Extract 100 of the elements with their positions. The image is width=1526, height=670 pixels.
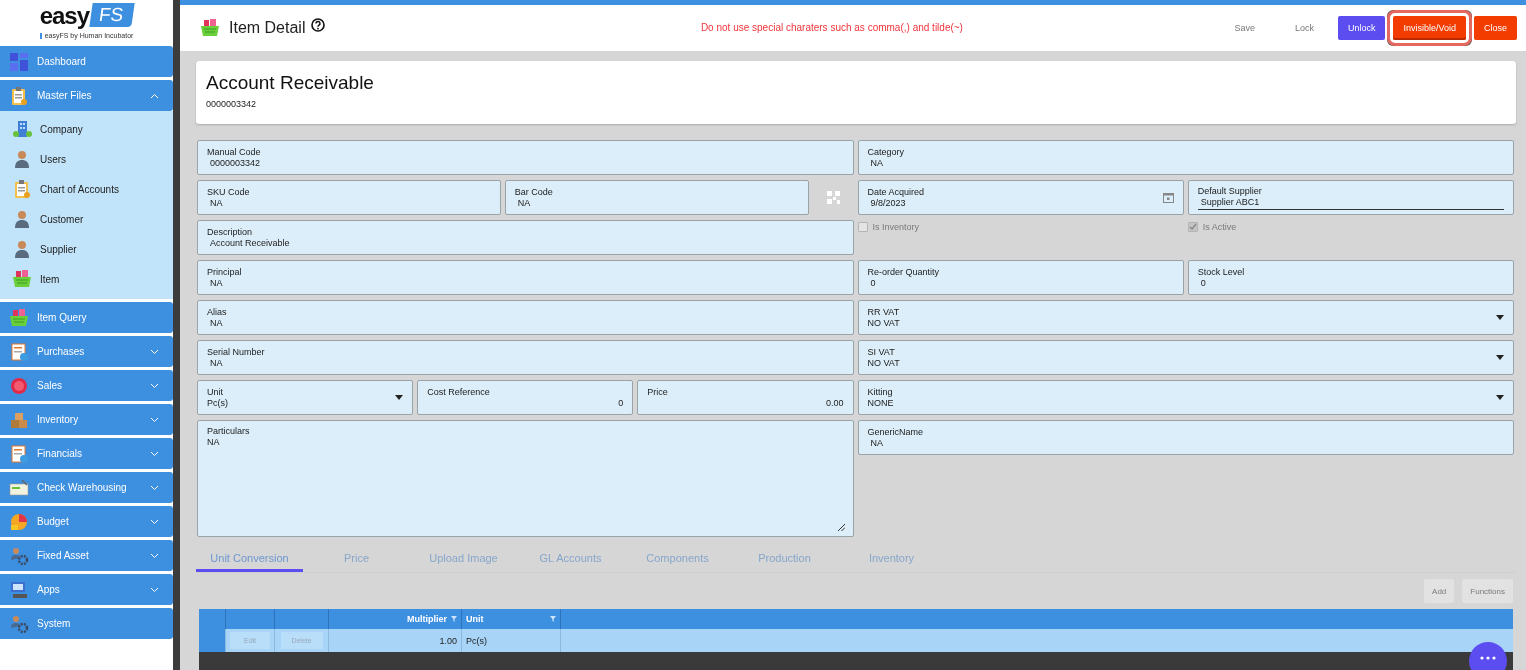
table-cell: 1.00 [329,629,462,652]
person-icon [12,149,32,169]
field-value: NA [207,437,221,448]
caret-icon [395,395,404,400]
submenu-item[interactable]: Supplier [10,234,173,264]
field-value: 0 [1199,277,1207,289]
input-field[interactable]: Principal NA [197,260,854,295]
field-label: Manual Code [207,146,262,158]
select-field[interactable]: SI VAT NO VAT [857,340,1514,375]
input-field[interactable]: Cost Reference 0 [417,380,634,415]
gear-icon [9,545,29,566]
field-label: Default Supplier [1197,185,1263,197]
person-icon [12,239,32,259]
gear-icon [9,613,29,634]
sidebar-item[interactable]: Check Warehousing [0,472,173,503]
row-selector[interactable] [199,629,226,652]
field-value: NA [209,277,224,289]
qr-code-icon[interactable] [826,191,840,204]
page-title: Item Detail [229,18,306,37]
field-label: GenericName [867,426,925,438]
sidebar-item[interactable]: Sales [0,370,173,401]
select-field[interactable]: Kitting NONE [857,380,1514,415]
sidebar-item[interactable]: Master Files [0,80,173,111]
field-value: 0 [869,277,877,289]
sale-badge-icon [9,375,29,396]
sidebar-item[interactable]: Purchases [0,336,173,367]
input-field[interactable]: Bar Code NA [504,180,809,215]
clipboard-icon [9,85,29,106]
sidebar-item[interactable]: Financials [0,438,173,469]
input-field[interactable]: Manual Code 0000003342 [197,140,854,175]
field-value: NO VAT [867,357,901,369]
field-label: Kitting [867,386,894,398]
filter-icon[interactable] [451,616,457,622]
field-value: Pc(s) [207,397,229,409]
field-label: Description [207,226,254,238]
field-label: Unit [207,386,224,398]
text-area[interactable]: Particulars NA [197,420,854,537]
header-button[interactable]: Close [1474,15,1517,40]
computer-icon [9,579,29,600]
sidebar-item[interactable]: System [0,608,173,639]
submenu-item[interactable]: Company [10,114,173,144]
chat-icon[interactable] [1469,642,1507,670]
submenu-item[interactable]: Item [10,264,173,294]
submenu-item[interactable]: Chart of Accounts [10,174,173,204]
checkbox-label: Is Inventory [872,222,920,232]
input-field[interactable]: Price 0.00 [637,380,854,415]
header-button[interactable]: Unlock [1337,15,1386,40]
checkbox-label: Is Active [1202,222,1237,232]
caret-icon [1496,355,1504,360]
sidebar-item[interactable]: Apps [0,574,173,605]
caret-icon [1496,315,1504,320]
filter-icon[interactable] [550,616,556,622]
field-value: 0000003342 [209,157,262,169]
sidebar-item[interactable]: Inventory [0,404,173,435]
lookup-field[interactable]: Default Supplier Supplier ABC1 [1187,180,1514,215]
help-icon[interactable] [311,17,326,32]
record-name: Account Receivable [206,72,375,94]
document-icon [9,341,29,362]
field-value: Account Receivable [209,237,291,249]
field-value: NA [869,437,884,449]
field-value: NONE [867,397,895,409]
input-field[interactable]: Alias NA [197,300,854,335]
field-label: Alias [207,306,228,318]
field-value: 9/8/2023 [869,197,907,209]
input-field[interactable]: Serial Number NA [197,340,854,375]
sidebar-item[interactable]: Item Query [0,302,173,333]
select-field[interactable]: RR VAT NO VAT [857,300,1514,335]
sidebar-item[interactable]: Dashboard [0,46,173,77]
field-label: Stock Level [1197,266,1246,278]
field-label: Category [867,146,906,158]
sidebar-item[interactable]: Budget [0,506,173,537]
field-value: NA [516,197,532,209]
pie-chart-icon [9,511,29,532]
field-value: NO VAT [867,317,901,329]
field-label: Price [647,386,669,398]
field-label: Principal [207,266,243,278]
input-field[interactable]: Category NA [857,140,1514,175]
input-field[interactable]: Stock Level 0 [1187,260,1514,295]
grid-icon [9,51,29,72]
submenu-item[interactable]: Users [10,144,173,174]
sidebar-item[interactable]: Fixed Asset [0,540,173,571]
select-field[interactable]: Unit Pc(s) [197,380,414,415]
input-field[interactable]: SKU Code NA [197,180,501,215]
field-value: Supplier ABC1 [1197,196,1504,210]
table-cell: Pc(s) [462,629,561,652]
field-value: NA [209,197,224,209]
date-field[interactable]: Date Acquired 9/8/2023 [857,180,1184,215]
input-field[interactable]: GenericName NA [857,420,1514,455]
submenu-item[interactable]: Customer [10,204,173,234]
check-card-icon [9,477,29,498]
input-field[interactable]: Re-order Quantity 0 [857,260,1184,295]
field-label: Re-order Quantity [867,266,941,278]
field-label: Particulars [207,426,251,437]
document-icon [9,443,29,464]
field-label: RR VAT [867,306,901,318]
resize-handle-icon[interactable] [836,523,845,531]
person-icon [12,209,32,229]
field-label: Date Acquired [867,186,926,198]
input-field[interactable]: Description Account Receivable [197,220,854,255]
calendar-icon[interactable] [1162,192,1174,203]
